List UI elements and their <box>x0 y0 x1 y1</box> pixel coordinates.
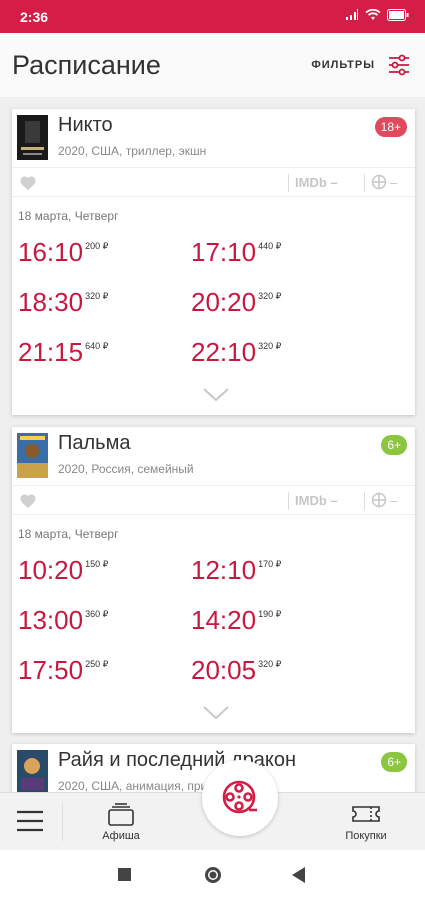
divider <box>62 803 63 841</box>
kinopoisk-value: – <box>390 492 398 508</box>
kinopoisk-value: – <box>390 174 398 190</box>
nav-purchases[interactable]: Покупки <box>336 801 396 842</box>
ticket-icon <box>352 806 380 822</box>
movie-poster[interactable] <box>17 750 48 792</box>
age-rating-badge: 6+ <box>381 752 407 772</box>
session-time: 18:30 <box>18 287 84 317</box>
session-price: 360 ₽ <box>85 609 109 619</box>
session-price: 190 ₽ <box>258 609 282 619</box>
kinopoisk-rating: – <box>371 174 397 190</box>
rating-row: IMDb – – <box>12 485 415 515</box>
home-icon[interactable] <box>203 865 223 885</box>
session-price: 320 ₽ <box>258 659 282 669</box>
session-date: 18 марта, Четверг <box>18 527 119 541</box>
movie-meta: 2020, Россия, семейный <box>58 462 194 476</box>
heart-icon[interactable] <box>19 174 37 191</box>
afisha-icon <box>108 803 134 826</box>
filters-button[interactable]: ФИЛЬТРЫ <box>311 59 375 71</box>
session-price: 640 ₽ <box>85 341 109 351</box>
menu-icon[interactable] <box>16 809 44 833</box>
session-slot[interactable]: 18:30 320 ₽ <box>18 287 108 318</box>
session-slot[interactable]: 13:00 360 ₽ <box>18 605 108 636</box>
status-icons <box>345 9 409 21</box>
session-time: 17:50 <box>18 655 84 685</box>
session-slot[interactable]: 21:15 640 ₽ <box>18 337 108 367</box>
session-slot[interactable]: 20:20 320 ₽ <box>191 287 281 318</box>
divider <box>288 174 289 192</box>
session-time: 20:20 <box>191 287 257 317</box>
session-slot[interactable]: 16:10 200 ₽ <box>18 237 108 268</box>
session-time: 12:10 <box>191 555 257 585</box>
session-time: 17:10 <box>191 237 257 267</box>
movie-poster[interactable] <box>17 115 48 160</box>
session-time: 14:20 <box>191 605 257 635</box>
imdb-rating: IMDb – <box>295 493 338 508</box>
film-reel-button[interactable] <box>202 760 278 836</box>
nav-afisha[interactable]: Афиша <box>96 801 146 842</box>
session-time: 22:10 <box>191 337 257 367</box>
session-slot[interactable]: 12:10 170 ₽ <box>191 555 281 586</box>
filter-sliders-icon[interactable] <box>387 53 411 77</box>
status-bar: 2:36 <box>0 0 425 33</box>
rating-row: IMDb – – <box>12 167 415 197</box>
session-slot[interactable]: 14:20 190 ₽ <box>191 605 281 636</box>
session-price: 150 ₽ <box>85 559 109 569</box>
session-time: 20:05 <box>191 655 257 685</box>
session-date: 18 марта, Четверг <box>18 209 119 223</box>
session-slot[interactable]: 17:10 440 ₽ <box>191 237 281 268</box>
kinopoisk-icon <box>371 492 387 508</box>
session-price: 170 ₽ <box>258 559 282 569</box>
session-price: 320 ₽ <box>258 291 282 301</box>
page-title: Расписание <box>12 50 161 80</box>
session-slot[interactable]: 17:50 250 ₽ <box>18 655 108 685</box>
movie-title[interactable]: Никто <box>58 114 113 137</box>
chevron-down-icon[interactable] <box>202 387 230 403</box>
kinopoisk-rating: – <box>371 492 397 508</box>
session-price: 320 ₽ <box>258 341 282 351</box>
signal-icon <box>346 9 358 20</box>
session-slot[interactable]: 20:05 320 ₽ <box>191 655 281 685</box>
nav-purchases-label: Покупки <box>345 830 387 842</box>
imdb-rating: IMDb – <box>295 175 338 190</box>
session-time: 10:20 <box>18 555 84 585</box>
movie-card[interactable]: Пальма 2020, Россия, семейный 6+ IMDb – … <box>12 427 415 733</box>
movie-card[interactable]: Никто 2020, США, триллер, экшн 18+ IMDb … <box>12 109 415 415</box>
age-rating-badge: 6+ <box>381 435 407 455</box>
divider <box>364 174 365 192</box>
chevron-down-icon[interactable] <box>202 705 230 721</box>
back-icon[interactable] <box>292 867 306 883</box>
session-price: 200 ₽ <box>85 241 109 251</box>
session-time: 16:10 <box>18 237 84 267</box>
divider <box>364 492 365 510</box>
movie-title[interactable]: Пальма <box>58 432 130 455</box>
app-header: Расписание ФИЛЬТРЫ <box>0 33 425 97</box>
session-slot[interactable]: 10:20 150 ₽ <box>18 555 108 586</box>
status-time: 2:36 <box>20 9 49 25</box>
session-time: 13:00 <box>18 605 84 635</box>
film-reel-icon <box>222 780 257 814</box>
divider <box>288 492 289 510</box>
recents-icon[interactable] <box>118 868 131 881</box>
session-time: 21:15 <box>18 337 84 367</box>
nav-afisha-label: Афиша <box>102 830 140 842</box>
movie-poster[interactable] <box>17 433 48 478</box>
wifi-icon <box>365 9 381 20</box>
heart-icon[interactable] <box>19 492 37 509</box>
kinopoisk-icon <box>371 174 387 190</box>
system-navigation-bar <box>0 850 425 900</box>
age-rating-badge: 18+ <box>374 117 407 137</box>
session-price: 440 ₽ <box>258 241 282 251</box>
battery-icon <box>387 9 409 21</box>
session-price: 250 ₽ <box>85 659 109 669</box>
session-price: 320 ₽ <box>85 291 109 301</box>
session-slot[interactable]: 22:10 320 ₽ <box>191 337 281 367</box>
movie-meta: 2020, США, триллер, экшн <box>58 144 207 158</box>
